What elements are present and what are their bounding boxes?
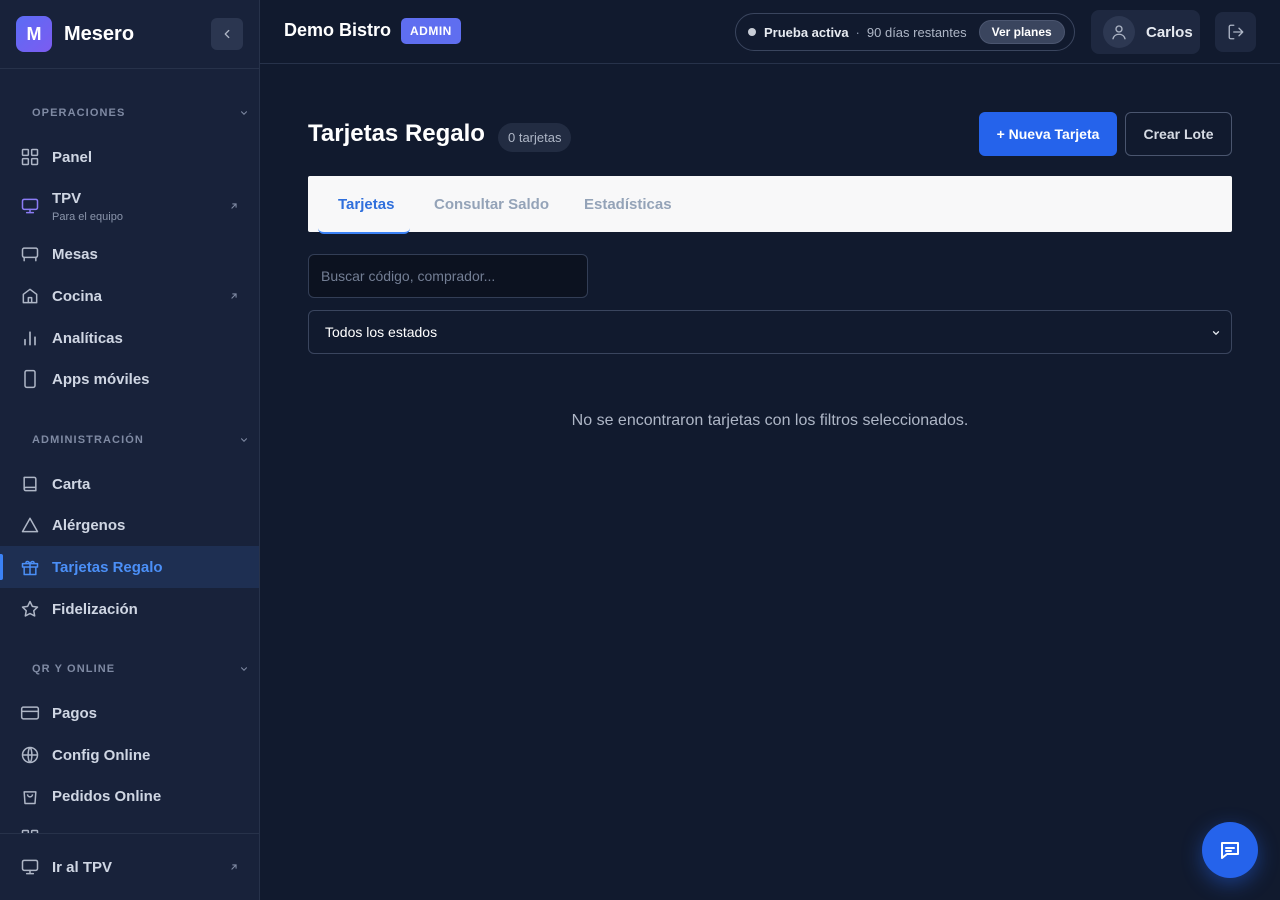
sidebar-item-label: Cocina	[52, 287, 103, 305]
tab-estadisticas[interactable]: Estadísticas	[584, 176, 672, 232]
shopping-bag-icon	[20, 786, 40, 806]
home-icon	[20, 286, 40, 306]
chevron-down-icon	[240, 667, 248, 671]
topbar: Demo Bistro ADMIN Prueba activa · 90 día…	[260, 0, 1280, 64]
user-menu-button[interactable]: Carlos	[1091, 10, 1200, 54]
tab-bar: Tarjetas Consultar Saldo Estadísticas	[308, 176, 1232, 234]
sidebar-item-carta[interactable]: Carta	[0, 463, 259, 505]
sidebar-item-label: Pagos	[52, 704, 98, 722]
external-link-icon	[231, 293, 237, 299]
sidebar-nav: OPERACIONES Panel TPV Para el equipo Mes…	[0, 69, 259, 833]
sidebar-item-label: Fidelización	[52, 600, 138, 618]
active-tab-indicator	[318, 228, 410, 234]
brand: M Mesero	[0, 0, 259, 69]
view-plans-button[interactable]: Ver planes	[978, 20, 1065, 44]
user-icon	[1112, 25, 1126, 40]
monitor-icon	[20, 196, 40, 216]
chevron-down-icon	[240, 111, 248, 115]
sidebar-item-label: TPV	[52, 189, 82, 207]
tab-consultar-saldo[interactable]: Consultar Saldo	[434, 176, 549, 232]
section-title: QR Y ONLINE	[32, 663, 116, 675]
book-icon	[20, 474, 40, 494]
status-dot	[748, 28, 756, 36]
sidebar-item-config-online[interactable]: Config Online	[0, 734, 259, 776]
page-title: Tarjetas Regalo	[308, 120, 485, 147]
trial-status: Prueba activa · 90 días restantes Ver pl…	[735, 13, 1075, 51]
sidebar: M Mesero OPERACIONES Panel TPV Para el e…	[0, 0, 260, 900]
sidebar-item-alergenos[interactable]: Alérgenos	[0, 504, 259, 546]
sidebar-item-analiticas[interactable]: Analíticas	[0, 317, 259, 359]
venue-name: Demo Bistro	[284, 20, 392, 40]
role-badge: ADMIN	[401, 18, 461, 44]
section-header-administracion[interactable]: ADMINISTRACIÓN	[32, 434, 249, 446]
status-filter-select[interactable]: Todos los estados	[308, 310, 1232, 354]
sidebar-item-pagos[interactable]: Pagos	[0, 692, 259, 734]
section-header-operaciones[interactable]: OPERACIONES	[32, 107, 249, 119]
external-link-icon	[231, 864, 237, 870]
sidebar-item-mesas[interactable]: Mesas	[0, 233, 259, 275]
external-link-icon	[231, 203, 237, 209]
section-title: ADMINISTRACIÓN	[32, 434, 144, 446]
separator: ·	[855, 24, 860, 40]
star-icon	[20, 599, 40, 619]
section-header-qr-online[interactable]: QR Y ONLINE	[32, 663, 249, 675]
status-filter-value: Todos los estados	[325, 324, 438, 340]
sidebar-item-cocina[interactable]: Cocina	[0, 275, 259, 317]
sidebar-item-label: Ir al TPV	[52, 858, 113, 876]
sidebar-item-label: Analíticas	[52, 329, 123, 347]
chevron-down-icon	[1212, 331, 1220, 335]
sidebar-item-label: Tarjetas Regalo	[52, 558, 163, 576]
card-count-badge: 0 tarjetas	[498, 123, 572, 152]
gift-icon	[20, 557, 40, 577]
sidebar-item-tpv[interactable]: TPV Para el equipo	[0, 181, 259, 231]
search-input[interactable]	[308, 254, 588, 298]
table-icon	[20, 244, 40, 264]
sidebar-item-panel[interactable]: Panel	[0, 136, 259, 178]
trial-days-remaining: 90 días restantes	[866, 24, 967, 40]
chevron-down-icon	[240, 438, 248, 442]
new-card-button[interactable]: + Nueva Tarjeta	[979, 112, 1117, 156]
sidebar-item-label: Carta	[52, 475, 91, 493]
brand-name: Mesero	[64, 22, 135, 45]
section-title: OPERACIONES	[32, 107, 126, 119]
grid-icon	[20, 147, 40, 167]
sidebar-item-label: Panel	[52, 148, 93, 166]
user-name: Carlos	[1146, 23, 1193, 41]
credit-card-icon	[20, 703, 40, 723]
avatar	[1103, 16, 1135, 48]
chat-icon	[1221, 842, 1239, 859]
logout-button[interactable]	[1215, 12, 1256, 52]
sidebar-item-pedidos-online[interactable]: Pedidos Online	[0, 775, 259, 817]
sidebar-item-label: Mesas	[52, 245, 98, 263]
logout-icon	[1228, 24, 1243, 40]
sidebar-item-tarjetas-regalo[interactable]: Tarjetas Regalo	[0, 546, 259, 588]
globe-icon	[20, 745, 40, 765]
brand-logo[interactable]: M	[16, 16, 52, 52]
chat-button[interactable]	[1202, 822, 1258, 878]
sidebar-item-clipped[interactable]	[0, 817, 259, 833]
chevron-left-icon	[224, 29, 230, 39]
sidebar-item-label: Alérgenos	[52, 516, 126, 534]
sidebar-item-subtext: Para el equipo	[52, 210, 123, 223]
sidebar-item-apps-moviles[interactable]: Apps móviles	[0, 358, 259, 400]
bar-chart-icon	[20, 328, 40, 348]
tab-tarjetas[interactable]: Tarjetas	[338, 176, 394, 232]
trial-status-label: Prueba activa	[764, 24, 849, 40]
smartphone-icon	[20, 369, 40, 389]
warning-icon	[20, 515, 40, 535]
empty-state-message: No se encontraron tarjetas con los filtr…	[571, 412, 969, 429]
collapse-sidebar-button[interactable]	[211, 18, 243, 50]
sidebar-item-label: Config Online	[52, 746, 151, 764]
create-batch-button[interactable]: Crear Lote	[1125, 112, 1232, 156]
sidebar-item-fidelizacion[interactable]: Fidelización	[0, 588, 259, 630]
sidebar-item-label: Apps móviles	[52, 370, 150, 388]
sidebar-footer: Ir al TPV	[0, 833, 259, 900]
go-to-tpv-link[interactable]: Ir al TPV	[0, 846, 259, 888]
monitor-icon	[20, 857, 40, 877]
sidebar-item-label: Pedidos Online	[52, 787, 162, 805]
